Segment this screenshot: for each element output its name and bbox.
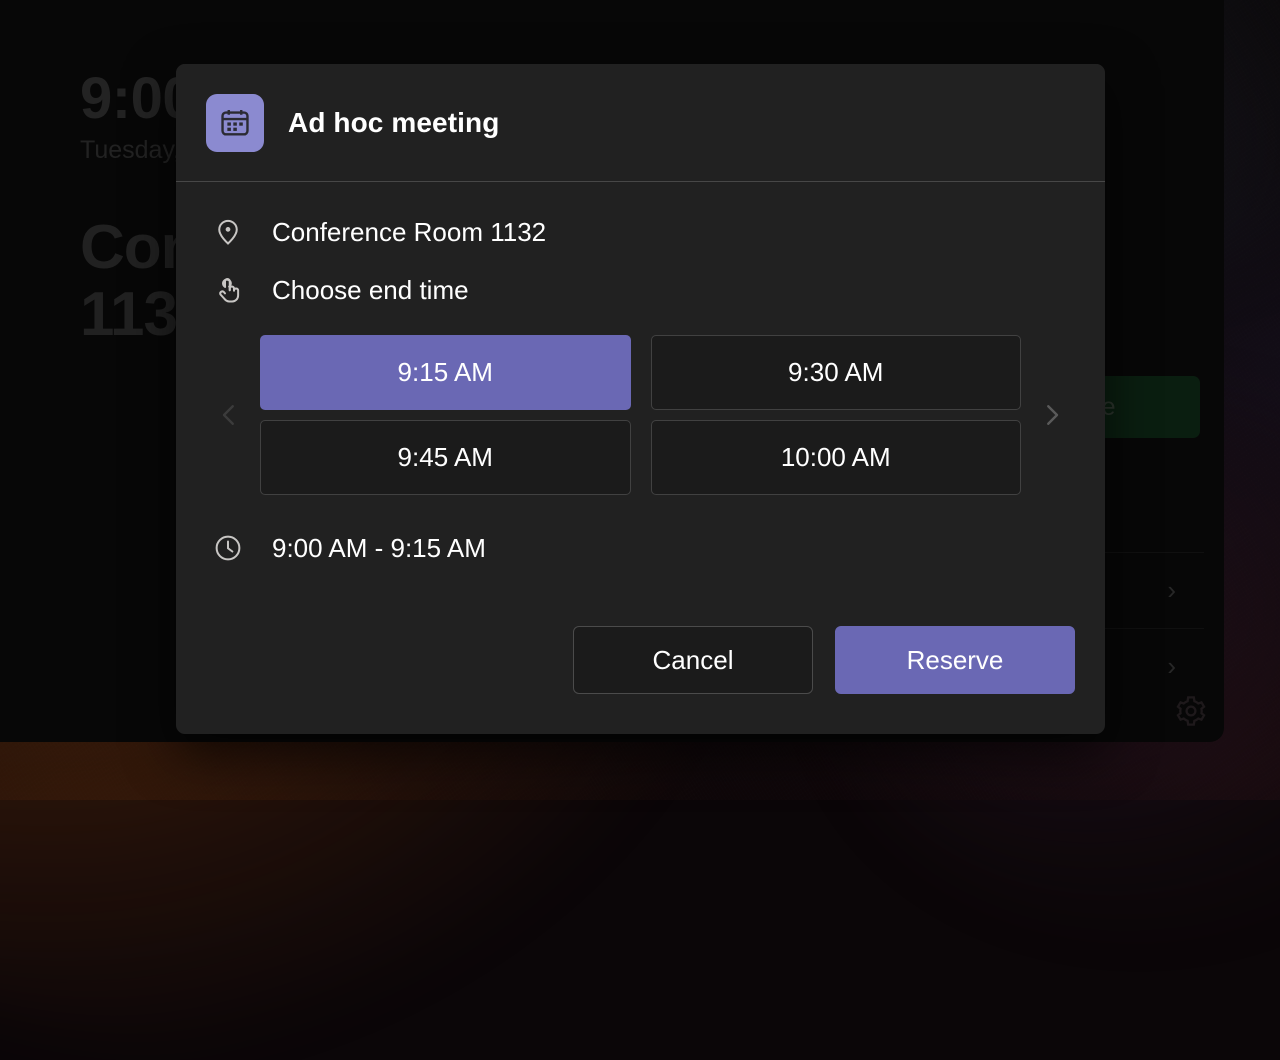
dialog-header: Ad hoc meeting (176, 64, 1105, 182)
location-row: Conference Room 1132 (206, 208, 1075, 256)
location-text: Conference Room 1132 (272, 217, 546, 248)
instruction-text: Choose end time (272, 275, 469, 306)
time-slot-picker: 9:15 AM 9:30 AM 9:45 AM 10:00 AM (206, 324, 1075, 506)
time-slot-option[interactable]: 9:15 AM (260, 335, 631, 410)
dialog-footer: Cancel Reserve (176, 626, 1105, 734)
reserve-button[interactable]: Reserve (835, 626, 1075, 694)
next-page-arrow[interactable] (1029, 324, 1075, 506)
calendar-icon (206, 94, 264, 152)
dialog-title: Ad hoc meeting (288, 107, 499, 139)
prev-page-arrow[interactable] (206, 324, 252, 506)
time-range-text: 9:00 AM - 9:15 AM (272, 533, 486, 564)
location-pin-icon (210, 214, 246, 250)
ad-hoc-meeting-dialog: Ad hoc meeting Conference Room 1132 (176, 64, 1105, 734)
dialog-body: Conference Room 1132 Choose end time (176, 182, 1105, 626)
clock-icon (210, 530, 246, 566)
time-slot-option[interactable]: 9:30 AM (651, 335, 1022, 410)
time-slot-option[interactable]: 10:00 AM (651, 420, 1022, 495)
instruction-row: Choose end time (206, 266, 1075, 314)
cancel-button[interactable]: Cancel (573, 626, 813, 694)
time-range-row: 9:00 AM - 9:15 AM (206, 524, 1075, 572)
time-slot-grid: 9:15 AM 9:30 AM 9:45 AM 10:00 AM (260, 335, 1021, 495)
tap-gesture-icon (210, 272, 246, 308)
time-slot-option[interactable]: 9:45 AM (260, 420, 631, 495)
